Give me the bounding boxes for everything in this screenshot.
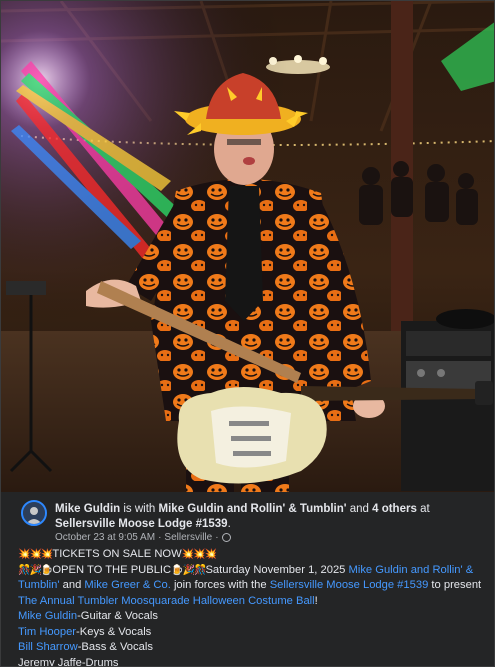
lineup-row: Mike Guldin-Guitar & Vocals <box>18 609 483 625</box>
avatar[interactable] <box>21 500 47 526</box>
lineup-role: -Bass & Vocals <box>77 641 153 653</box>
meta-separator: · <box>158 532 162 543</box>
join-text: join forces with the <box>173 579 267 591</box>
open-public-text: OPEN TO THE PUBLIC <box>52 563 172 576</box>
collision-emoji: 💥💥💥 <box>18 549 53 560</box>
event-name-link[interactable]: The Annual Tumbler Moosquarade Halloween… <box>18 595 315 607</box>
post-line-2: 🎊🎉🍺OPEN TO THE PUBLIC🍺🎉🎊Saturday Novembe… <box>18 563 483 610</box>
tickets-text: TICKETS ON SALE NOW <box>52 548 182 560</box>
lineup-name-link[interactable]: Mike Guldin <box>18 610 77 622</box>
post-meta: October 23 at 9:05 AM · Sellersville · <box>55 532 231 543</box>
location-period: . <box>227 518 231 530</box>
lineup-name-link[interactable]: Tim Hooper <box>18 626 76 638</box>
post-photo[interactable] <box>1 1 494 492</box>
post-content: Mike Guldin is with Mike Guldin and Roll… <box>1 492 494 667</box>
author-name[interactable]: Mike Guldin <box>55 503 120 515</box>
post-header-text: Mike Guldin is with Mike Guldin and Roll… <box>55 502 485 532</box>
avatar-image <box>23 502 45 524</box>
place-link[interactable]: Sellersville <box>164 532 212 543</box>
others-link[interactable]: 4 others <box>372 503 417 515</box>
lineup-row: Jeremy Jaffe-Drums <box>18 656 483 667</box>
tagged-page-link[interactable]: Mike Guldin and Rollin' & Tumblin' <box>159 503 347 515</box>
moose-lodge-link[interactable]: Sellersville Moose Lodge #1539 <box>270 579 429 591</box>
collision-emoji-2: 💥💥💥 <box>181 549 217 560</box>
with-text: is with <box>123 503 156 515</box>
location-link[interactable]: Sellersville Moose Lodge #1539 <box>55 518 228 530</box>
party-emoji: 🎊🎉🍺 <box>18 564 53 576</box>
and-text-2: and <box>62 579 82 591</box>
event-date: Saturday November 1, 2025 <box>205 563 346 576</box>
post-line-1: 💥💥💥TICKETS ON SALE NOW💥💥💥 <box>18 547 483 563</box>
party-emoji-2: 🍺🎉🎊 <box>171 564 206 576</box>
to-present-text: to present <box>431 579 482 591</box>
and-text: and <box>349 503 369 515</box>
lineup-role: -Keys & Vocals <box>76 625 152 638</box>
timestamp-link[interactable]: October 23 at 9:05 AM <box>55 532 155 543</box>
lineup-name: Jeremy Jaffe-Drums <box>18 656 119 667</box>
lineup-name-link[interactable]: Bill Sharrow <box>18 641 78 653</box>
meta-separator-2: · <box>215 532 219 543</box>
lineup-row: Bill Sharrow-Bass & Vocals <box>18 640 483 656</box>
lineup-row: Tim Hooper-Keys & Vocals <box>18 625 483 641</box>
globe-icon[interactable] <box>221 533 231 542</box>
exclaim: ! <box>314 594 318 607</box>
mike-greer-link[interactable]: Mike Greer & Co. <box>84 579 170 591</box>
post-body: 💥💥💥TICKETS ON SALE NOW💥💥💥 🎊🎉🍺OPEN TO THE… <box>18 547 483 667</box>
photo-illustration <box>1 1 494 492</box>
facebook-post-card: Mike Guldin is with Mike Guldin and Roll… <box>0 0 495 667</box>
at-text: at <box>420 503 430 515</box>
lineup-role: -Guitar & Vocals <box>77 610 158 622</box>
